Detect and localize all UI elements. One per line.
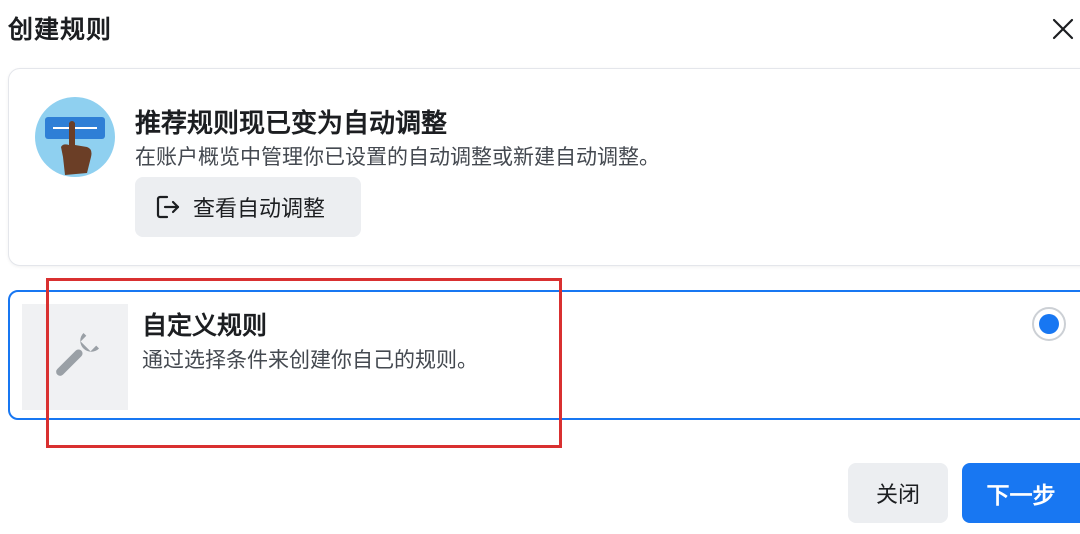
hand-tap-illustration-icon <box>35 97 115 177</box>
custom-rule-title: 自定义规则 <box>142 311 268 340</box>
exit-arrow-icon <box>156 195 180 219</box>
close-dialog-button[interactable]: 关闭 <box>848 463 948 523</box>
create-rule-dialog: 创建规则 推荐规则现已变为自动调整 在账户概览中管理你已设置的自动调整或新建自动… <box>0 0 1080 534</box>
dialog-title: 创建规则 <box>8 15 113 44</box>
view-auto-adjust-label: 查看自动调整 <box>193 197 326 222</box>
custom-rule-description: 通过选择条件来创建你自己的规则。 <box>142 348 478 372</box>
close-icon <box>1052 18 1074 40</box>
custom-rule-thumbnail <box>22 304 128 410</box>
close-button[interactable] <box>1048 14 1078 44</box>
custom-rule-radio[interactable] <box>1032 307 1066 341</box>
view-auto-adjust-button[interactable]: 查看自动调整 <box>135 177 361 237</box>
recommendation-description: 在账户概览中管理你已设置的自动调整或新建自动调整。 <box>135 145 660 169</box>
recommendation-card: 推荐规则现已变为自动调整 在账户概览中管理你已设置的自动调整或新建自动调整。 查… <box>8 68 1080 266</box>
custom-rule-option[interactable]: 自定义规则 通过选择条件来创建你自己的规则。 <box>8 290 1080 420</box>
radio-selected-dot <box>1039 314 1059 334</box>
recommendation-title: 推荐规则现已变为自动调整 <box>135 109 448 139</box>
next-step-button[interactable]: 下一步 <box>962 463 1080 523</box>
wrench-icon <box>56 332 100 376</box>
